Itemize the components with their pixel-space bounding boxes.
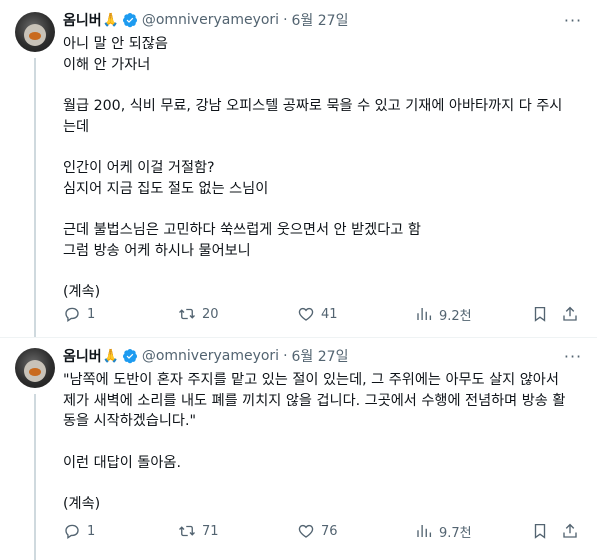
more-icon[interactable]: ··· [563,346,583,366]
separator-dot: · [283,348,288,364]
tweet-line: 월급 200, 식비 무료, 강남 오피스텔 공짜로 묵을 수 있고 기재에 아… [63,98,563,114]
bookmark-icon [534,306,546,322]
bookmark-icon [534,523,546,539]
like-button[interactable]: 76 [297,521,338,541]
author-name[interactable]: 옴니버 [63,346,102,366]
like-icon [298,524,314,538]
tweet-line: 인간이 어케 이걸 거절함? [63,160,215,176]
share-button[interactable] [561,304,579,324]
author-handle[interactable]: @omniveryameyori [142,348,279,364]
like-count: 41 [321,306,338,322]
like-icon [298,307,314,321]
author-handle[interactable]: @omniveryameyori [142,12,279,28]
tweet-line: 동을 시작하겠습니다." [63,413,197,429]
views-count: 9.2천 [439,308,472,324]
reply-count: 1 [87,523,96,539]
tweet-line: 근데 불법스님은 고민하다 쑥쓰럽게 웃으면서 안 받겠다고 함 [63,222,421,238]
retweet-icon [179,308,195,320]
author-emoji: 🙏 [102,348,119,364]
author-emoji: 🙏 [102,12,119,28]
retweet-count: 71 [202,523,219,539]
verified-icon [122,13,137,28]
views-button[interactable]: 9.2천 [415,304,472,324]
tweet-line: 는데 [63,118,90,135]
verified-icon [122,349,137,364]
tweet-line: 그럼 방송 어케 하시나 물어보니 [63,242,251,259]
retweet-button[interactable]: 71 [178,521,219,541]
tweet-line: 제가 새벽에 소리를 내도 폐를 끼치지 않을 겁니다. 그곳에서 수행에 전념… [63,392,566,409]
tweet-date[interactable]: 6월 27일 [292,346,349,366]
views-icon [417,308,432,320]
tweet-line: 아니 말 안 되잖음 [63,36,168,52]
share-icon [563,306,577,321]
tweet-line: 이런 대답이 돌아옴. [63,454,181,471]
avatar[interactable] [15,12,55,52]
share-icon [563,523,577,538]
tweet[interactable]: 옴니버 🙏 @omniveryameyori · 6월 27일 ··· 아니 말… [0,0,597,338]
tweet-line: (계속) [63,284,101,300]
bookmark-button[interactable] [531,304,549,324]
tweet-line: 이해 안 가자너 [63,56,151,73]
reply-count: 1 [87,306,96,322]
views-button[interactable]: 9.7천 [415,521,472,541]
like-count: 76 [321,523,338,539]
author-name[interactable]: 옴니버 [63,10,102,30]
tweet-header: 옴니버 🙏 @omniveryameyori · 6월 27일 [63,346,348,366]
tweet-text: "남쪽에 도반이 혼자 주지를 맡고 있는 절이 있는데, 그 주위에는 아무도… [63,370,583,515]
bookmark-button[interactable] [531,521,549,541]
views-count: 9.7천 [439,525,472,541]
more-icon[interactable]: ··· [563,10,583,30]
reply-icon [65,307,79,322]
tweet-line: "남쪽에 도반이 혼자 주지를 맡고 있는 절이 있는데, 그 주위에는 아무도… [63,372,559,388]
avatar[interactable] [15,348,55,388]
like-button[interactable]: 41 [297,304,338,324]
separator-dot: · [283,12,288,28]
reply-button[interactable]: 1 [63,304,95,324]
tweet-line: 심지어 지금 집도 절도 없는 스님이 [63,180,269,197]
tweet-header: 옴니버 🙏 @omniveryameyori · 6월 27일 [63,10,348,30]
tweet-actions: 1 71 76 9.7천 [63,521,583,541]
retweet-icon [179,525,195,537]
tweet[interactable]: 옴니버 🙏 @omniveryameyori · 6월 27일 ··· "남쪽에… [0,338,597,560]
tweet-actions: 1 20 41 9.2천 [63,304,583,324]
share-button[interactable] [561,521,579,541]
tweet-line: (계속) [63,496,101,512]
tweet-date[interactable]: 6월 27일 [292,10,349,30]
retweet-count: 20 [202,306,219,322]
retweet-button[interactable]: 20 [178,304,219,324]
views-icon [417,525,432,537]
reply-button[interactable]: 1 [63,521,95,541]
reply-icon [65,524,79,539]
tweet-text: 아니 말 안 되잖음 이해 안 가자너 월급 200, 식비 무료, 강남 오피… [63,34,583,303]
